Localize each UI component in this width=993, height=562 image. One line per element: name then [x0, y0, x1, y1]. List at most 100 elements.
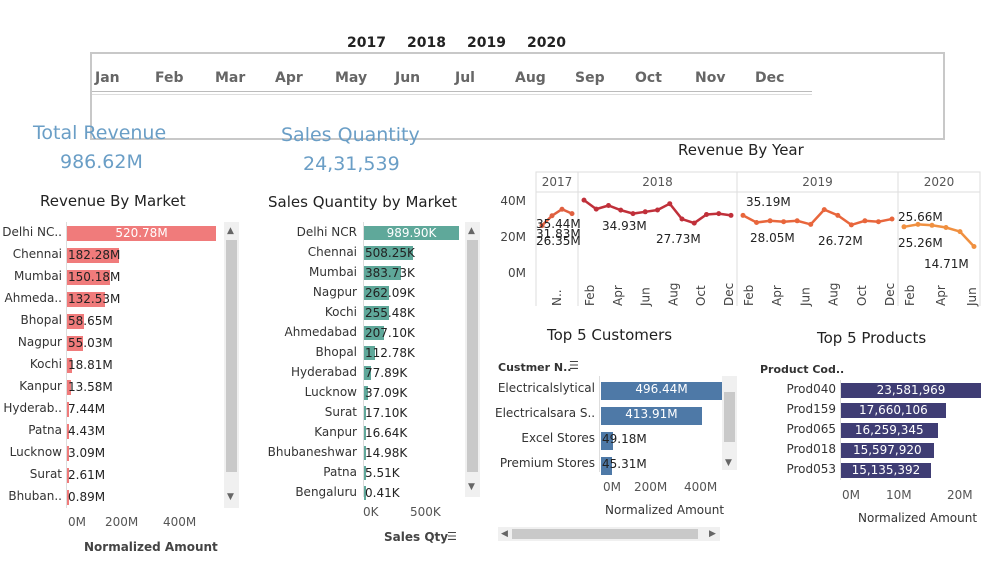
year-filter-2019[interactable]: 2019	[467, 35, 506, 51]
month-filter-aug[interactable]: Aug	[515, 70, 546, 86]
year-filter-2020[interactable]: 2020	[527, 35, 566, 51]
rby-point-2020-3	[943, 225, 949, 231]
rby-point-2018-3	[618, 207, 624, 213]
qty_by_market-label-1: Chennai	[307, 245, 357, 259]
top-products-title: Top 5 Products	[817, 329, 927, 347]
rby-point-2018-9	[691, 220, 697, 226]
rby-month-2019-4: Oct	[855, 285, 869, 306]
rby-point-2018-8	[679, 216, 685, 222]
rby-point-2019-7	[835, 212, 841, 218]
month-divider-2	[92, 94, 812, 95]
top-customers-header: Custmer N..	[498, 361, 572, 374]
top_customers-value-3: 45.31M	[602, 457, 647, 471]
tp-axis-title: Normalized Amount	[858, 511, 978, 525]
tc-scroll-right-icon[interactable]: ▶	[709, 529, 716, 539]
rby-data-label-4: 27.73M	[656, 232, 701, 246]
rby-point-2019-10	[875, 219, 881, 225]
customers-sort-icon[interactable]: ☰	[569, 359, 579, 372]
year-filter-2018[interactable]: 2018	[407, 35, 446, 51]
month-filter-feb[interactable]: Feb	[155, 70, 184, 86]
qty_by_market-value-6: 112.78K	[365, 346, 415, 360]
top_products-value-0: 23,581,969	[876, 383, 946, 397]
rbm-tick-2: 400M	[163, 515, 197, 529]
revenue_by_market-value-1: 182.28M	[68, 248, 121, 262]
month-filter-mar[interactable]: Mar	[215, 70, 245, 86]
tc-scroll-down-icon[interactable]: ▼	[725, 458, 732, 468]
rbm-scroll-up-icon[interactable]: ▲	[227, 226, 234, 236]
month-filter-jan[interactable]: Jan	[95, 70, 120, 86]
qty_by_market-value-5: 207.10K	[365, 326, 415, 340]
tc-tick-2: 400M	[684, 480, 718, 494]
qty_by_market-value-9: 17.10K	[365, 406, 408, 420]
revenue_by_market-value-6: 18.81M	[68, 358, 113, 372]
month-filter-sep[interactable]: Sep	[575, 70, 605, 86]
top_products-label-1: Prod159	[786, 402, 836, 416]
qty_by_market-value-11: 14.98K	[365, 446, 408, 460]
rby-ytick-2: 0M	[508, 266, 526, 280]
rby-point-2018-5	[642, 209, 648, 215]
rbm-scroll-thumb[interactable]	[226, 240, 237, 472]
month-filter-dec[interactable]: Dec	[755, 70, 784, 86]
month-filter-jul[interactable]: Jul	[455, 70, 475, 86]
year-filter-2017[interactable]: 2017	[347, 35, 386, 51]
qty_by_market-value-1: 508.25K	[365, 246, 415, 260]
tc-scroll-left-icon[interactable]: ◀	[501, 529, 508, 539]
qbm-sort-icon[interactable]: ☰	[447, 530, 457, 543]
rby-year-2018: 2018	[642, 175, 673, 189]
rby-month-2018-3: Aug	[666, 283, 680, 306]
qbm-axis-title: Sales Qty	[384, 530, 449, 544]
tp-tick-1: 10M	[886, 488, 912, 502]
revenue_by_market-label-0: Delhi NC..	[2, 225, 62, 239]
revenue_by_market-label-5: Nagpur	[17, 335, 62, 349]
top_customers-label-2: Excel Stores	[521, 431, 595, 445]
top_customers-value-1: 413.91M	[625, 407, 678, 421]
revenue_by_market-value-10: 3.09M	[68, 446, 106, 460]
qbm-scroll-thumb[interactable]	[467, 240, 478, 472]
tc-v-scroll-thumb[interactable]	[724, 392, 735, 442]
rby-point-2019-11	[889, 216, 895, 222]
month-filter-jun[interactable]: Jun	[395, 70, 420, 86]
revenue_by_market-label-9: Patna	[28, 423, 62, 437]
qty-by-market-title: Sales Quantity by Market	[268, 193, 458, 211]
rby-data-label-10: 14.71M	[924, 257, 969, 271]
tc-tick-1: 200M	[634, 480, 668, 494]
rby-ytick-1: 20M	[500, 230, 526, 244]
month-filter-may[interactable]: May	[335, 70, 367, 86]
revenue-by-market-title: Revenue By Market	[40, 192, 186, 210]
month-filter-nov[interactable]: Nov	[695, 70, 725, 86]
top_products-label-0: Prod040	[786, 382, 836, 396]
month-filter-panel	[90, 52, 945, 140]
rby-data-label-7: 26.72M	[818, 234, 863, 248]
rbm-tick-1: 200M	[105, 515, 139, 529]
rbm-axis-line	[66, 222, 67, 508]
tp-tick-0: 0M	[842, 488, 860, 502]
revenue_by_market-value-12: 0.89M	[68, 490, 106, 504]
qty_by_market-value-8: 37.09K	[365, 386, 408, 400]
rby-data-label-9: 25.26M	[898, 236, 943, 250]
qty_by_market-value-4: 255.48K	[365, 306, 415, 320]
revenue-by-year-title: Revenue By Year	[678, 141, 804, 159]
top_customers-label-1: Electricalsara S..	[495, 406, 596, 420]
top_customers-label-0: Electricalslytical	[497, 381, 595, 395]
top_products-value-3: 15,597,920	[852, 443, 922, 457]
revenue_by_market-label-7: Kanpur	[19, 379, 62, 393]
revenue-by-year-chart: 2017 2018 2019 202040M20M0M31.83M35.44M26.3…	[500, 171, 981, 307]
rby-year-2020: 2020	[924, 175, 955, 189]
rby-point-2020-5	[971, 244, 977, 250]
qty_by_market-label-3: Nagpur	[312, 285, 357, 299]
rby-point-2018-12	[728, 212, 734, 218]
qbm-scroll-down-icon[interactable]: ▼	[468, 482, 475, 492]
tc-axis-line	[599, 376, 600, 472]
month-filter-oct[interactable]: Oct	[635, 70, 662, 86]
qty_by_market-label-9: Surat	[324, 405, 357, 419]
revenue_by_market-value-8: 7.44M	[68, 402, 106, 416]
rbm-scroll-down-icon[interactable]: ▼	[227, 492, 234, 502]
rby-data-label-3: 34.93M	[602, 219, 647, 233]
qbm-scroll-up-icon[interactable]: ▲	[468, 226, 475, 236]
rby-header-bg	[535, 171, 981, 193]
tc-h-scroll-thumb[interactable]	[512, 529, 698, 539]
qty_by_market-label-12: Patna	[323, 465, 357, 479]
month-filter-apr[interactable]: Apr	[275, 70, 303, 86]
rby-point-2018-11	[716, 211, 722, 217]
rby-point-2019-3	[781, 219, 787, 225]
